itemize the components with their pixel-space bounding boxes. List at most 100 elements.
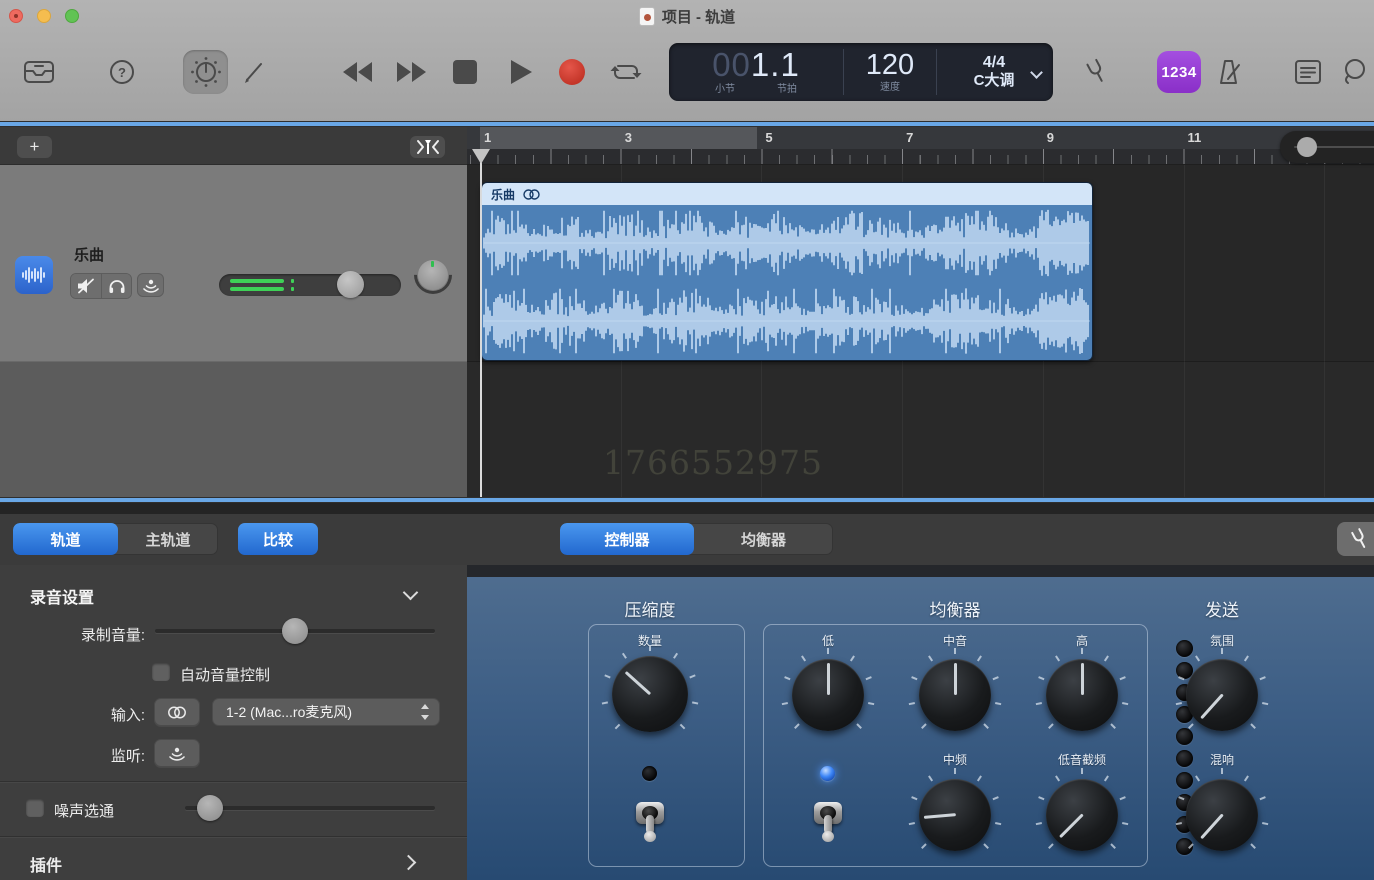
track-master-segmented: 轨道 主轨道: [13, 523, 218, 555]
noise-gate-checkbox[interactable]: [26, 799, 44, 817]
watermark-text: 1766552975: [603, 443, 783, 482]
record-volume-thumb[interactable]: [282, 618, 308, 644]
compressor-toggle[interactable]: [634, 793, 666, 843]
play-button[interactable]: [508, 58, 534, 86]
input-format-button[interactable]: [154, 698, 200, 726]
solo-headphones-button[interactable]: [101, 274, 131, 298]
send-ambience-knob[interactable]: [1186, 659, 1258, 731]
input-source-dropdown[interactable]: 1-2 (Mac...ro麦克风): [212, 698, 440, 726]
notepad-button[interactable]: [1293, 58, 1323, 86]
monitor-label: 监听:: [25, 745, 145, 766]
noise-gate-label: 噪声选通: [54, 800, 114, 821]
forward-button[interactable]: [396, 59, 428, 85]
mute-solo-group: [70, 273, 132, 299]
send-reverb-knob[interactable]: [1186, 779, 1258, 851]
catch-playhead-button[interactable]: [410, 136, 445, 158]
noise-gate-slider[interactable]: [185, 806, 435, 810]
recording-settings-title: 录音设置: [30, 584, 94, 608]
lcd-tempo[interactable]: 120: [866, 51, 914, 79]
tuning-button[interactable]: [1337, 522, 1374, 556]
compare-button[interactable]: 比较: [238, 523, 318, 555]
level-peak-right: [291, 287, 294, 291]
volume-slider[interactable]: [219, 274, 401, 296]
track-list-empty-area[interactable]: [0, 362, 467, 497]
smart-controls-button[interactable]: [183, 50, 228, 94]
plugins-label: 插件: [30, 852, 62, 876]
add-track-button[interactable]: +: [17, 136, 52, 158]
eq-led: [820, 766, 835, 781]
send-title: 发送: [1137, 596, 1307, 621]
audio-track-icon: [15, 256, 53, 294]
tuner-fork-button[interactable]: [1082, 57, 1112, 87]
cycle-button[interactable]: [610, 58, 642, 86]
eq-low-knob[interactable]: [792, 659, 864, 731]
svg-text:?: ?: [118, 65, 126, 80]
lcd-key[interactable]: C大调: [974, 72, 1015, 90]
track-list-header: +: [0, 127, 467, 165]
eq-toggle[interactable]: [812, 793, 844, 843]
region-header[interactable]: 乐曲: [482, 183, 1092, 205]
track-header-column: + 乐曲: [0, 127, 467, 497]
collapse-chevron-icon[interactable]: [405, 585, 416, 602]
toolbar-split-divider[interactable]: [0, 121, 1374, 127]
input-monitoring-button[interactable]: [137, 273, 164, 297]
eq-lowcut-label: 低音截频: [1007, 751, 1157, 768]
input-source-value: 1-2 (Mac...ro麦克风): [226, 702, 352, 722]
media-browser-button[interactable]: [22, 58, 56, 86]
playhead-handle[interactable]: [472, 149, 490, 164]
tracks-area: + 乐曲: [0, 127, 1374, 497]
dropdown-stepper-icon: [420, 703, 430, 721]
help-button[interactable]: ?: [108, 58, 136, 86]
playhead[interactable]: [480, 149, 482, 497]
record-button[interactable]: [559, 59, 585, 85]
eq-high-knob[interactable]: [1046, 659, 1118, 731]
document-icon: [639, 7, 655, 26]
tab-track[interactable]: 轨道: [13, 523, 118, 555]
lcd-bars-label: 小节: [715, 80, 735, 95]
volume-slider-thumb[interactable]: [337, 271, 364, 298]
lcd-position: 1.1: [751, 46, 800, 83]
track-name[interactable]: 乐曲: [74, 244, 104, 265]
toolbar: 项目 - 轨道 ? 001.1: [0, 0, 1374, 121]
compressor-led: [642, 766, 657, 781]
audio-region[interactable]: 乐曲: [481, 182, 1093, 361]
smart-controls-split-divider[interactable]: [0, 497, 1374, 503]
level-meter-right: [230, 287, 284, 291]
loop-browser-button[interactable]: [1340, 58, 1370, 86]
count-in-button[interactable]: 1234: [1157, 51, 1201, 93]
ruler-ticks[interactable]: [467, 149, 1374, 165]
region-name: 乐曲: [491, 186, 515, 203]
noise-gate-thumb[interactable]: [197, 795, 223, 821]
metronome-button[interactable]: [1212, 57, 1244, 87]
recording-settings-panel: 录音设置 录制音量: 自动音量控制 输入: 1-2 (Mac...ro麦克风) …: [0, 565, 467, 880]
compressor-title: 压缩度: [565, 596, 735, 621]
garageband-window: 项目 - 轨道 ? 001.1: [0, 0, 1374, 880]
lcd-time-signature[interactable]: 4/4: [983, 54, 1005, 72]
timeline: 135791113 1766552975 乐曲: [467, 127, 1374, 497]
editors-pencil-button[interactable]: [240, 58, 268, 86]
monitoring-button[interactable]: [154, 739, 200, 767]
tab-eq[interactable]: 均衡器: [694, 523, 833, 555]
rewind-button[interactable]: [341, 59, 373, 85]
eq-mid-knob[interactable]: [919, 659, 991, 731]
cycle-range[interactable]: [480, 127, 757, 149]
pan-knob[interactable]: [418, 260, 448, 290]
tab-controls[interactable]: 控制器: [560, 523, 694, 555]
smart-controls-panel: 压缩度 均衡器 发送 数量 低 中音 高 中频: [467, 565, 1374, 880]
ruler[interactable]: 135791113: [467, 127, 1374, 149]
tab-master[interactable]: 主轨道: [118, 523, 218, 555]
lcd-display[interactable]: 001.1 小节节拍 120 速度 4/4 C大调: [669, 43, 1053, 101]
auto-volume-checkbox[interactable]: [152, 663, 170, 681]
plugins-chevron-icon[interactable]: [403, 855, 414, 872]
zoom-slider-handle[interactable]: [1297, 137, 1317, 157]
horizontal-zoom-slider[interactable]: [1280, 131, 1374, 163]
record-volume-slider[interactable]: [155, 629, 435, 633]
mute-button[interactable]: [71, 274, 101, 298]
stereo-input-icon: [167, 706, 187, 719]
stop-button[interactable]: [452, 59, 478, 85]
compressor-amount-knob[interactable]: [612, 656, 688, 732]
track-header[interactable]: 乐曲: [0, 165, 467, 362]
eq-midfreq-knob[interactable]: [919, 779, 991, 851]
lcd-bars-dim: 00: [712, 46, 751, 83]
eq-lowcut-knob[interactable]: [1046, 779, 1118, 851]
